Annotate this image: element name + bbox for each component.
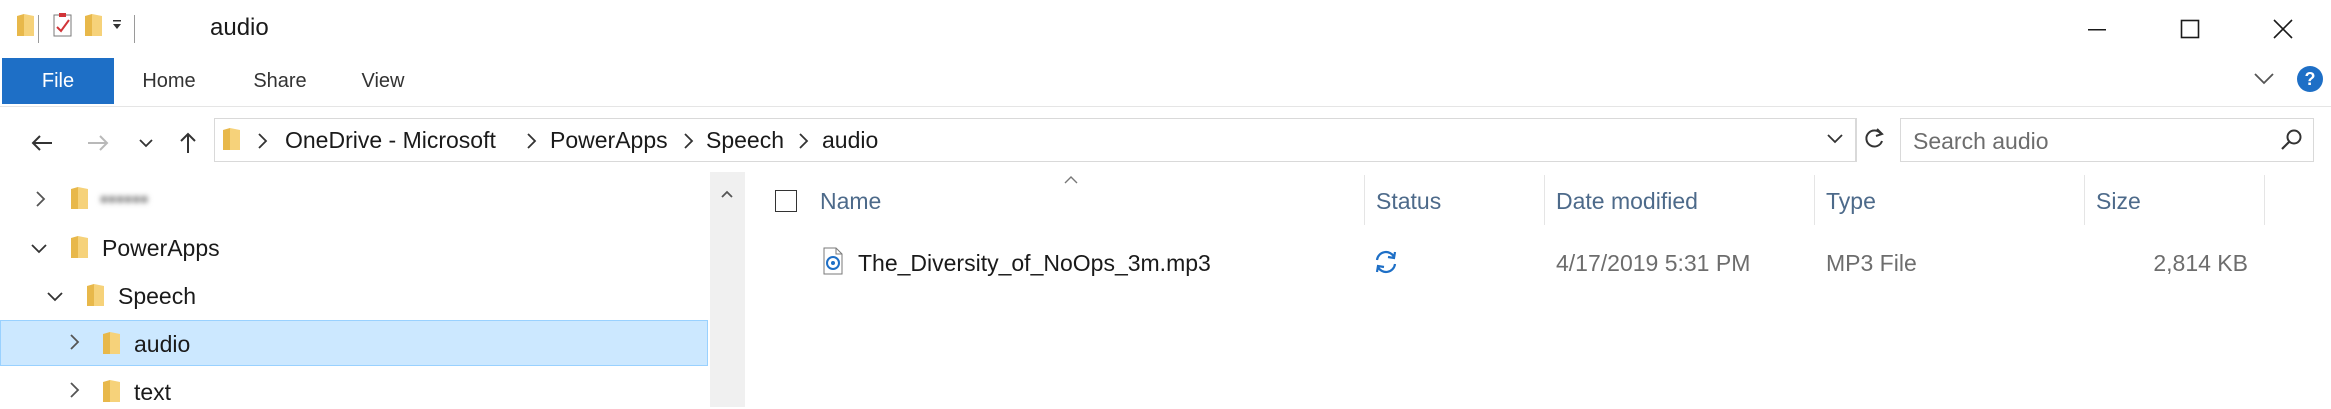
chevron-right-icon[interactable] bbox=[797, 132, 809, 155]
chevron-down-icon[interactable] bbox=[46, 290, 64, 308]
search-icon[interactable] bbox=[2280, 128, 2304, 157]
divider bbox=[134, 15, 135, 43]
properties-icon[interactable] bbox=[52, 12, 74, 43]
column-divider[interactable] bbox=[1544, 175, 1545, 225]
forward-icon[interactable] bbox=[80, 125, 116, 161]
chevron-right-icon[interactable] bbox=[34, 190, 46, 213]
chevron-right-icon[interactable] bbox=[68, 333, 80, 356]
column-divider[interactable] bbox=[1814, 175, 1815, 225]
address-history-icon[interactable] bbox=[1826, 132, 1844, 151]
chevron-right-icon[interactable] bbox=[256, 132, 268, 155]
help-icon[interactable]: ? bbox=[2297, 66, 2323, 92]
chevron-right-icon[interactable] bbox=[525, 132, 537, 155]
tab-share[interactable]: Share bbox=[240, 58, 320, 104]
tree-item-label-blurred: •••••• bbox=[100, 186, 149, 212]
column-divider[interactable] bbox=[2264, 175, 2265, 225]
refresh-icon[interactable] bbox=[1860, 125, 1888, 158]
tree-scrollbar[interactable] bbox=[710, 172, 745, 407]
column-header-name[interactable]: Name bbox=[820, 188, 881, 215]
sort-ascending-icon bbox=[1063, 172, 1079, 190]
new-folder-icon[interactable] bbox=[84, 12, 104, 43]
search-input[interactable]: Search audio bbox=[1913, 128, 2049, 155]
expand-ribbon-icon[interactable] bbox=[2253, 72, 2275, 91]
chevron-down-icon[interactable] bbox=[30, 242, 48, 260]
folder-icon bbox=[222, 126, 242, 157]
file-date-modified: 4/17/2019 5:31 PM bbox=[1556, 250, 1751, 276]
tab-file[interactable]: File bbox=[2, 58, 114, 104]
folder-icon bbox=[16, 12, 36, 43]
tab-home[interactable]: Home bbox=[126, 58, 212, 104]
column-header-date-modified[interactable]: Date modified bbox=[1556, 188, 1698, 215]
chevron-right-icon[interactable] bbox=[68, 381, 80, 404]
tree-item-label: audio bbox=[134, 331, 191, 357]
column-header-size[interactable]: Size bbox=[2096, 188, 2141, 215]
up-icon[interactable] bbox=[170, 125, 206, 161]
divider bbox=[38, 15, 39, 43]
column-divider[interactable] bbox=[1364, 175, 1365, 225]
maximize-icon[interactable] bbox=[2143, 0, 2236, 58]
folder-icon bbox=[86, 282, 106, 313]
breadcrumb-speech[interactable]: Speech bbox=[706, 127, 784, 154]
tree-item-label: text bbox=[134, 379, 172, 405]
minimize-icon[interactable] bbox=[2050, 0, 2143, 58]
breadcrumb-onedrive[interactable]: OneDrive - Microsoft bbox=[285, 127, 496, 154]
file-name[interactable]: The_Diversity_of_NoOps_3m.mp3 bbox=[858, 250, 1211, 277]
recent-locations-icon[interactable] bbox=[128, 125, 164, 161]
column-header-status[interactable]: Status bbox=[1376, 188, 1441, 215]
column-divider[interactable] bbox=[2084, 175, 2085, 225]
divider bbox=[1856, 118, 1857, 162]
file-type: MP3 File bbox=[1826, 250, 1917, 276]
title-bar bbox=[0, 0, 2331, 58]
customize-toolbar-icon[interactable] bbox=[111, 18, 123, 37]
audio-file-icon bbox=[822, 247, 844, 280]
select-all-checkbox[interactable] bbox=[775, 190, 797, 212]
scroll-up-icon[interactable] bbox=[720, 186, 734, 204]
folder-icon bbox=[70, 234, 90, 265]
file-size: 2,814 KB bbox=[2153, 250, 2248, 276]
folder-icon bbox=[102, 330, 122, 361]
column-header-type[interactable]: Type bbox=[1826, 188, 1876, 215]
tree-item-label: PowerApps bbox=[102, 235, 220, 261]
tree-item-speech[interactable] bbox=[0, 272, 708, 318]
breadcrumb-powerapps[interactable]: PowerApps bbox=[550, 127, 668, 154]
window-title: audio bbox=[210, 14, 269, 41]
folder-icon bbox=[70, 185, 90, 216]
close-icon[interactable] bbox=[2236, 0, 2329, 58]
tab-view[interactable]: View bbox=[348, 58, 418, 104]
breadcrumb-audio[interactable]: audio bbox=[822, 127, 878, 154]
back-icon[interactable] bbox=[24, 125, 60, 161]
sync-pending-icon bbox=[1372, 248, 1400, 281]
tree-item-label: Speech bbox=[118, 283, 197, 309]
chevron-right-icon[interactable] bbox=[682, 132, 694, 155]
folder-icon bbox=[102, 378, 122, 409]
